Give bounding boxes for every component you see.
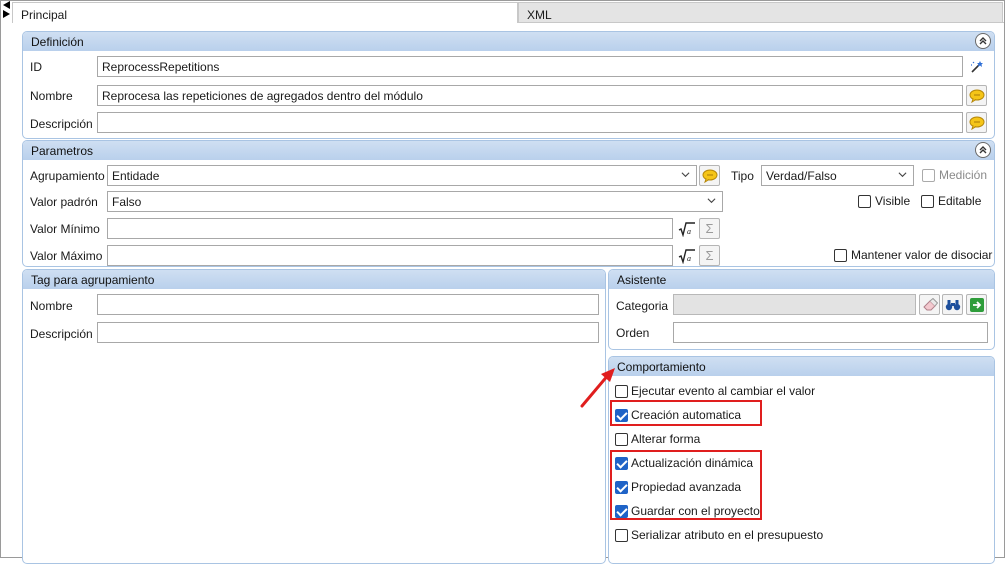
square-root-icon: a [678,248,695,264]
tipo-select[interactable]: Verdad/Falso [761,165,914,186]
valor-minimo-formula-button[interactable]: a [676,218,697,239]
valor-maximo-label: Valor Máximo [30,249,103,263]
chevron-down-icon [707,198,716,204]
arrow-right-icon[interactable] [3,10,10,18]
categoria-search-button[interactable] [942,294,963,315]
comportamiento-item[interactable]: Serializar atributo en el presupuesto [615,527,945,545]
id-input[interactable]: ReprocessRepetitions [97,56,963,77]
agrupamiento-translate-button[interactable] [699,165,720,186]
wand-icon [970,60,983,73]
mantener-checkbox[interactable] [834,249,847,262]
valor-minimo-label: Valor Mínimo [30,222,100,236]
medicion-label: Medición [939,168,988,182]
editable-label: Editable [938,194,982,208]
categoria-clear-button[interactable] [919,294,940,315]
tag-header: Tag para agrupamiento [23,270,605,289]
tab-xml-label: XML [527,8,552,22]
valor-maximo-sum-button[interactable]: Σ [699,245,720,266]
nombre-translate-button[interactable] [966,85,987,106]
nombre-input[interactable]: Reprocesa las repeticiones de agregados … [97,85,963,106]
id-generate-button[interactable] [966,56,987,77]
sigma-icon: Σ [705,248,714,263]
categoria-go-button[interactable] [966,294,987,315]
arrow-left-icon[interactable] [3,1,10,9]
arrow-right-icon [969,297,984,312]
asistente-header: Asistente [609,270,994,289]
comportamiento-label: Ejecutar evento al cambiar el valor [631,384,816,398]
tipo-label: Tipo [731,169,754,183]
comportamiento-item[interactable]: Alterar forma [615,431,945,449]
valor-padron-select[interactable]: Falso [107,191,723,212]
visible-label: Visible [875,194,911,208]
valor-minimo-input[interactable] [107,218,673,239]
sigma-icon: Σ [705,221,714,236]
comportamiento-label: Serializar atributo en el presupuesto [631,528,824,542]
agrupamiento-label: Agrupamiento [30,169,105,183]
categoria-input[interactable] [673,294,916,315]
comportamiento-checkbox[interactable] [615,433,628,446]
speech-bubble-icon [702,169,717,183]
highlight-box-group [610,450,762,520]
agrupamiento-select[interactable]: Entidade [107,165,697,186]
valor-padron-value: Falso [112,195,142,209]
chevron-down-icon [681,172,690,178]
panel-toggle-arrows[interactable] [2,0,12,22]
tab-xml[interactable]: XML [518,2,1003,23]
nombre-label: Nombre [30,89,73,103]
tab-principal[interactable]: Principal [12,2,518,23]
agrupamiento-value: Entidade [112,169,160,183]
svg-text:a: a [687,227,691,236]
highlight-box-creacion [610,400,762,426]
valor-minimo-sum-button[interactable]: Σ [699,218,720,239]
editable-checkbox[interactable] [921,195,934,208]
comportamiento-header: Comportamiento [609,357,994,376]
square-root-icon: a [678,221,695,237]
binoculars-icon [945,299,960,310]
collapse-definicion-button[interactable] [975,33,991,49]
double-chevron-up-icon [979,37,987,45]
visible-checkbox[interactable] [858,195,871,208]
descripcion-translate-button[interactable] [966,112,987,133]
orden-label: Orden [616,326,650,340]
medicion-checkbox[interactable] [922,169,935,182]
asistente-title: Asistente [617,273,667,287]
tag-nombre-label: Nombre [30,299,73,313]
tag-nombre-input[interactable] [97,294,599,315]
comportamiento-checkbox[interactable] [615,529,628,542]
mantener-label: Mantener valor de disociar [851,248,993,262]
tag-descripcion-label: Descripción [30,327,93,341]
tipo-value: Verdad/Falso [766,169,837,183]
valor-maximo-input[interactable] [107,245,673,266]
orden-input[interactable] [673,322,988,343]
svg-text:a: a [687,254,691,263]
tag-descripcion-input[interactable] [97,322,599,343]
descripcion-input[interactable] [97,112,963,133]
definicion-title: Definición [31,35,84,49]
descripcion-label: Descripción [30,117,93,131]
comportamiento-title: Comportamiento [617,360,706,374]
parametros-header: Parametros [23,141,994,160]
collapse-parametros-button[interactable] [975,142,991,158]
chevron-down-icon [898,172,907,178]
categoria-label: Categoria [616,299,669,313]
annotation-arrow-icon [580,368,615,408]
tab-divider [518,22,1004,23]
id-label: ID [30,60,42,74]
speech-bubble-icon [969,89,984,103]
tab-principal-label: Principal [21,8,68,22]
eraser-icon [922,297,938,310]
valor-maximo-formula-button[interactable]: a [676,245,697,266]
speech-bubble-icon [969,116,984,130]
comportamiento-item[interactable]: Ejecutar evento al cambiar el valor [615,383,945,401]
parametros-title: Parametros [31,144,94,158]
definicion-header: Definición [23,32,994,51]
valor-padron-label: Valor padrón [30,195,98,209]
double-chevron-up-icon [979,146,987,154]
comportamiento-label: Alterar forma [631,432,701,446]
tag-title: Tag para agrupamiento [31,273,155,287]
